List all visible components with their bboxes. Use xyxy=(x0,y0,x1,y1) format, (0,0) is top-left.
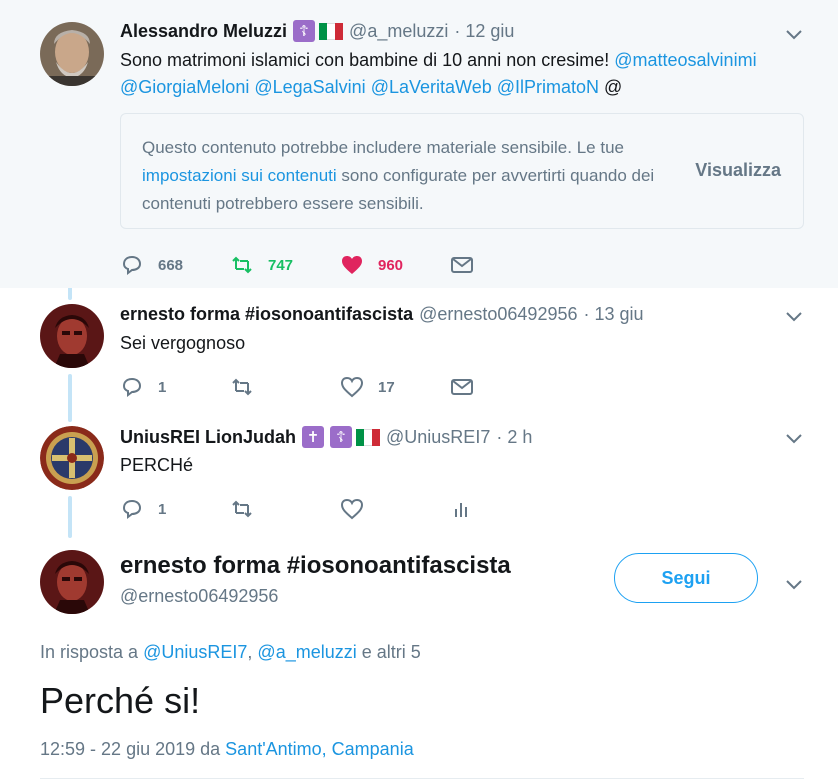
retweet-count: 747 xyxy=(268,256,294,274)
cross-badge-icon: ✝ xyxy=(302,426,325,448)
direct-message-button[interactable] xyxy=(450,375,560,399)
divider xyxy=(40,778,804,779)
reply-icon xyxy=(122,377,142,397)
main-tweet-text: Perché si! xyxy=(40,680,201,721)
mention-link[interactable]: @GiorgiaMeloni xyxy=(120,77,249,97)
sensitive-content-warning: Questo contenuto potrebbe includere mate… xyxy=(120,113,804,229)
like-count: 960 xyxy=(378,256,404,274)
reply-icon xyxy=(122,499,142,519)
user-name[interactable]: Alessandro Meluzzi xyxy=(120,21,287,42)
like-button[interactable] xyxy=(340,497,450,521)
tweet-actions: 668 747 960 xyxy=(120,250,560,280)
mention-link[interactable]: @a_meluzzi xyxy=(257,642,356,662)
tweet-actions: 1 xyxy=(120,494,560,524)
avatar[interactable] xyxy=(40,304,104,368)
like-count: 17 xyxy=(378,378,395,396)
direct-message-button[interactable] xyxy=(450,253,560,277)
tweet[interactable]: Alessandro Meluzzi ☦ @a_meluzzi · 12 giu… xyxy=(0,0,838,288)
reply-button[interactable]: 1 xyxy=(120,497,230,521)
reply-prefix: In risposta a xyxy=(40,642,139,662)
reply-icon xyxy=(122,255,142,275)
retweet-icon xyxy=(232,378,252,396)
user-name[interactable]: ernesto forma #iosonoantifascista xyxy=(120,304,413,325)
italy-flag-icon xyxy=(319,22,344,40)
chevron-down-icon[interactable] xyxy=(784,24,804,44)
main-user-handle[interactable]: @ernesto06492956 xyxy=(120,586,278,607)
separator: , xyxy=(247,642,253,662)
like-button[interactable]: 960 xyxy=(340,253,450,277)
tweet[interactable]: UniusREI LionJudah ✝ ☦ @UniusREI7 · 2 h … xyxy=(0,408,838,538)
tweet-body: Sono matrimoni islamici con bambine di 1… xyxy=(120,50,610,70)
tweet-time[interactable]: · 12 giu xyxy=(454,21,514,42)
user-handle[interactable]: @UniusREI7 xyxy=(386,427,490,448)
tweet-metadata: 12:59 - 22 giu 2019 da Sant'Antimo, Camp… xyxy=(40,739,414,760)
like-button[interactable]: 17 xyxy=(340,375,450,399)
mention-link[interactable]: @IlPrimatoN xyxy=(497,77,599,97)
reply-context: In risposta a @UniusREI7, @a_meluzzi e a… xyxy=(40,642,421,663)
content-settings-link[interactable]: impostazioni sui contenuti xyxy=(142,166,337,185)
heart-icon xyxy=(340,376,364,398)
user-name[interactable]: UniusREI LionJudah xyxy=(120,427,296,448)
retweet-button[interactable] xyxy=(230,375,340,399)
tweet-datetime[interactable]: 12:59 - 22 giu 2019 da xyxy=(40,739,220,759)
view-sensitive-button[interactable]: Visualizza xyxy=(695,160,781,181)
retweet-icon xyxy=(232,256,252,274)
mention-link[interactable]: @LaVeritaWeb xyxy=(371,77,492,97)
heart-icon xyxy=(342,256,362,274)
cross-badge-icon: ☦ xyxy=(293,20,316,42)
user-handle[interactable]: @a_meluzzi xyxy=(349,21,448,42)
warning-text: Questo contenuto potrebbe includere mate… xyxy=(142,138,624,157)
reply-suffix: e altri 5 xyxy=(361,642,421,662)
reply-count: 668 xyxy=(158,256,184,274)
main-user-name[interactable]: ernesto forma #iosonoantifascista xyxy=(120,552,511,580)
chevron-down-icon[interactable] xyxy=(784,428,804,448)
reply-button[interactable]: 1 xyxy=(120,375,230,399)
tweet[interactable]: ernesto forma #iosonoantifascista @ernes… xyxy=(0,288,838,408)
user-handle[interactable]: @ernesto06492956 xyxy=(419,304,577,325)
cross-badge-icon: ☦ xyxy=(330,426,353,448)
envelope-icon xyxy=(451,257,473,273)
mention-link[interactable]: @UniusREI7 xyxy=(143,642,247,662)
follow-button[interactable]: Segui xyxy=(614,553,758,603)
analytics-button[interactable] xyxy=(450,497,560,521)
tweet-header: UniusREI LionJudah ✝ ☦ @UniusREI7 · 2 h xyxy=(120,426,532,448)
analytics-icon xyxy=(455,503,467,517)
avatar[interactable] xyxy=(40,426,104,490)
reply-count: 1 xyxy=(158,378,167,396)
sensitive-warning-text: Questo contenuto potrebbe includere mate… xyxy=(142,134,662,218)
tweet-body: PERCHé xyxy=(120,455,194,475)
reply-button[interactable]: 668 xyxy=(120,253,230,277)
tweet-time[interactable]: · 2 h xyxy=(496,427,532,448)
reply-count: 1 xyxy=(158,500,167,518)
mention-link[interactable]: @matteosalvinimi xyxy=(614,50,756,70)
chevron-down-icon[interactable] xyxy=(784,574,804,594)
chevron-down-icon[interactable] xyxy=(784,306,804,326)
mention-at: @ xyxy=(604,77,623,97)
tweet-time[interactable]: · 13 giu xyxy=(584,304,644,325)
avatar[interactable] xyxy=(40,22,104,86)
tweet-body: Sei vergognoso xyxy=(120,333,246,353)
italy-flag-icon xyxy=(356,428,381,446)
envelope-icon xyxy=(451,379,473,395)
mention-link[interactable]: @LegaSalvini xyxy=(254,77,365,97)
retweet-button[interactable] xyxy=(230,497,340,521)
avatar[interactable] xyxy=(40,550,104,614)
location-link[interactable]: Sant'Antimo, Campania xyxy=(225,739,414,759)
tweet-header: ernesto forma #iosonoantifascista @ernes… xyxy=(120,304,644,325)
tweet-text: Sono matrimoni islamici con bambine di 1… xyxy=(120,47,810,101)
tweet-header: Alessandro Meluzzi ☦ @a_meluzzi · 12 giu xyxy=(120,20,514,42)
heart-icon xyxy=(340,498,364,520)
retweet-button[interactable]: 747 xyxy=(230,253,340,277)
retweet-icon xyxy=(232,500,252,518)
tweet-actions: 1 17 xyxy=(120,372,560,402)
